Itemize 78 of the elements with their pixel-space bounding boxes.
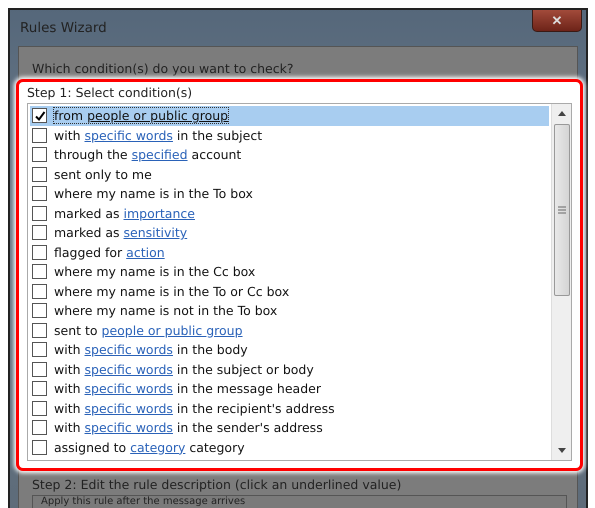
condition-label: where my name is in the To or Cc box xyxy=(54,284,290,299)
scroll-thumb[interactable] xyxy=(554,124,570,296)
condition-label: where my name is in the Cc box xyxy=(54,264,256,280)
value-link[interactable]: category xyxy=(130,440,186,455)
condition-row[interactable]: with specific words in the subject or body xyxy=(30,360,549,379)
value-link[interactable]: specific words xyxy=(84,420,173,436)
condition-label: assigned to category category xyxy=(54,440,245,455)
value-link[interactable]: people or public group xyxy=(102,322,243,338)
condition-row[interactable]: marked as importance xyxy=(30,204,549,223)
scrollbar[interactable] xyxy=(551,104,571,460)
close-button[interactable]: ✕ xyxy=(532,10,582,32)
checkbox[interactable] xyxy=(32,225,47,240)
checkbox[interactable] xyxy=(32,147,47,162)
condition-row[interactable]: from people or public group xyxy=(30,106,549,126)
condition-label: where my name is not in the To box xyxy=(54,303,278,318)
condition-row[interactable]: with specific words in the message header xyxy=(30,379,549,398)
scroll-down-icon[interactable] xyxy=(556,448,566,454)
condition-label: through the specified account xyxy=(54,147,242,162)
checkbox[interactable] xyxy=(32,400,47,416)
condition-row[interactable]: flagged for action xyxy=(30,242,549,262)
condition-row[interactable]: where my name is in the To or Cc box xyxy=(30,282,549,301)
value-link[interactable]: specified xyxy=(132,147,188,162)
condition-row[interactable]: with specific words in the body xyxy=(30,340,549,360)
window-title: Rules Wizard xyxy=(20,20,107,36)
condition-label: sent to people or public group xyxy=(54,322,243,338)
condition-label: sent only to me xyxy=(54,166,152,182)
checkbox[interactable] xyxy=(32,206,47,221)
condition-row[interactable]: assigned to category category xyxy=(30,438,549,457)
condition-row[interactable]: with specific words in the subject xyxy=(30,126,549,145)
condition-row[interactable]: where my name is in the Cc box xyxy=(30,262,549,282)
checkbox[interactable] xyxy=(32,186,47,202)
checkbox[interactable] xyxy=(32,166,47,182)
condition-label: from people or public group xyxy=(54,108,228,124)
checkbox[interactable] xyxy=(32,244,47,260)
value-link[interactable]: importance xyxy=(124,206,195,221)
value-link[interactable]: specific words xyxy=(84,400,173,416)
condition-row[interactable]: where my name is not in the To box xyxy=(30,301,549,320)
condition-label: marked as importance xyxy=(54,206,195,221)
checkbox[interactable] xyxy=(32,362,47,377)
description-text: Apply this rule after the message arrives xyxy=(41,496,246,507)
value-link[interactable]: people or public group xyxy=(87,108,228,124)
question-text: Which condition(s) do you want to check? xyxy=(31,61,294,76)
condition-row[interactable]: sent only to me xyxy=(30,164,549,184)
step-label: Step 2: Edit the rule description (click an underlined value) xyxy=(31,477,402,492)
checkbox[interactable] xyxy=(32,303,47,318)
step-label: Step 1: Select condition(s) xyxy=(27,85,194,100)
checkbox[interactable] xyxy=(32,440,47,455)
condition-label: with specific words in the message header xyxy=(54,381,321,396)
checkbox[interactable] xyxy=(32,264,47,280)
condition-label: flagged for action xyxy=(54,244,165,260)
condition-label: where my name is in the To box xyxy=(54,186,253,202)
value-link[interactable]: specific words xyxy=(84,128,173,143)
checkbox[interactable] xyxy=(32,108,47,124)
value-link[interactable]: sensitivity xyxy=(124,225,188,240)
condition-label: with specific words in the body xyxy=(54,342,248,358)
condition-label: with specific words in the subject xyxy=(54,128,262,143)
checkbox[interactable] xyxy=(32,420,47,436)
grip-icon xyxy=(558,206,566,214)
condition-row[interactable]: marked as sensitivity xyxy=(30,223,549,242)
value-link[interactable]: specific words xyxy=(84,362,173,377)
checkbox[interactable] xyxy=(32,128,47,143)
condition-row[interactable]: sent to people or public group xyxy=(30,320,549,340)
value-link[interactable]: action xyxy=(126,244,165,260)
condition-row[interactable]: where my name is in the To box xyxy=(30,184,549,204)
value-link[interactable]: specific words xyxy=(84,381,173,396)
condition-label: with specific words in the recipient's address xyxy=(54,400,335,416)
condition-row[interactable]: with specific words in the sender's address xyxy=(30,418,549,438)
condition-label: marked as sensitivity xyxy=(54,225,188,240)
checkbox[interactable] xyxy=(32,381,47,396)
condition-label: with specific words in the subject or body xyxy=(54,362,314,377)
condition-row[interactable]: with specific words in the recipient's address xyxy=(30,398,549,418)
checkbox[interactable] xyxy=(32,342,47,358)
value-link[interactable]: specific words xyxy=(84,342,173,358)
checkbox[interactable] xyxy=(32,322,47,338)
condition-label: with specific words in the sender's address xyxy=(54,420,323,436)
condition-row[interactable]: through the specified account xyxy=(30,145,549,164)
checkbox[interactable] xyxy=(32,284,47,299)
scroll-up-icon[interactable] xyxy=(556,110,566,116)
